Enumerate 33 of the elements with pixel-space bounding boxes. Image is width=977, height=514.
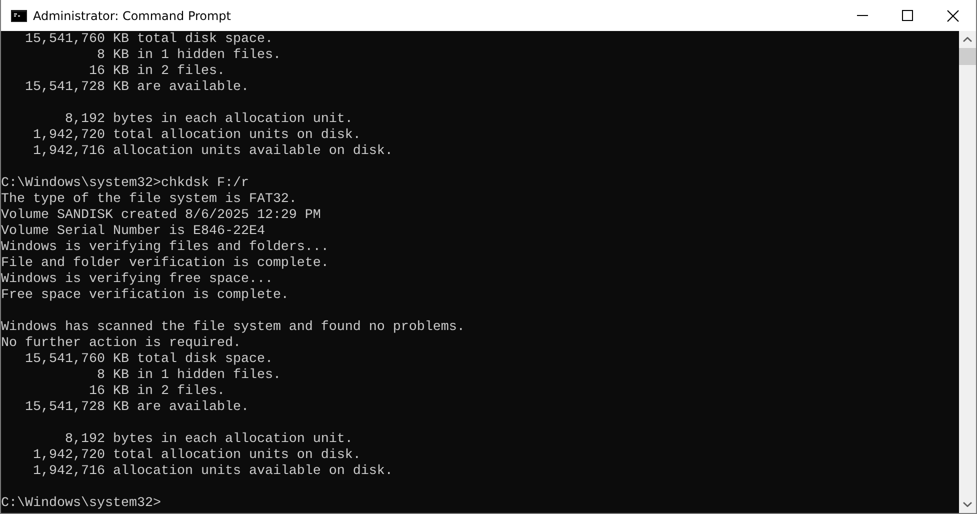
console-line: Volume Serial Number is E846-22E4 <box>1 224 266 240</box>
console-line: C:\Windows\system32>chkdsk F:/r <box>1 176 250 192</box>
scroll-down-icon[interactable] <box>963 502 972 507</box>
console-line: 15,541,728 KB are available. <box>24 80 250 96</box>
console-line: Volume SANDISK created 8/6/2025 12:29 PM <box>1 208 322 224</box>
console-line: 1,942,716 allocation units available on disk. <box>32 464 394 480</box>
console-line: C:\Windows\system32> <box>1 496 162 512</box>
close-icon[interactable] <box>947 10 959 22</box>
console-line: Windows is verifying free space... <box>1 272 274 288</box>
console-line: The type of the file system is FAT32. <box>1 192 298 208</box>
maximize-icon[interactable] <box>902 10 913 21</box>
console-line: 16 KB in 2 files. <box>88 64 226 80</box>
console-line: 15,541,728 KB are available. <box>24 400 250 416</box>
console-line: 1,942,716 allocation units available on disk. <box>32 144 394 160</box>
scroll-up-icon[interactable] <box>963 37 972 42</box>
console-line: 15,541,760 KB total disk space. <box>24 32 274 48</box>
scroll-thumb[interactable] <box>959 48 976 65</box>
console-icon <box>11 10 27 22</box>
window-title: Administrator: Command Prompt <box>33 8 231 22</box>
console-line: 1,942,720 total allocation units on disk. <box>32 448 362 464</box>
console-line: 8,192 bytes in each allocation unit. <box>64 432 354 448</box>
console-line: 8 KB in 1 hidden files. <box>96 368 282 384</box>
console-line: File and folder verification is complete. <box>1 256 330 272</box>
console-line: Windows is verifying files and folders... <box>1 240 330 256</box>
console-line: No further action is required. <box>1 336 242 352</box>
console-line: Free space verification is complete. <box>1 288 290 304</box>
console-line: Windows has scanned the file system and found no problems. <box>1 320 466 336</box>
console-line: 15,541,760 KB total disk space. <box>24 352 274 368</box>
scrollbar[interactable] <box>959 31 976 513</box>
console-line: 1,942,720 total allocation units on disk. <box>32 128 362 144</box>
console-line: 8,192 bytes in each allocation unit. <box>64 112 354 128</box>
console-line: 8 KB in 1 hidden files. <box>96 48 282 64</box>
console-line: 16 KB in 2 files. <box>88 384 226 400</box>
